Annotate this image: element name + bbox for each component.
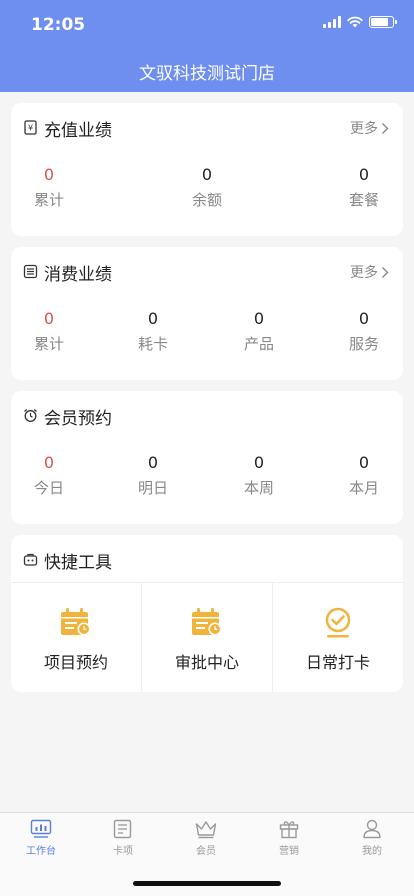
stat-value: 0 xyxy=(358,453,370,472)
consumption-more-link[interactable]: 更多 xyxy=(350,262,389,282)
tool-label: 日常打卡 xyxy=(305,653,370,672)
more-label: 更多 xyxy=(350,265,378,281)
tab-label: 我的 xyxy=(362,846,382,857)
checkin-badge-icon xyxy=(325,607,351,638)
dashboard-icon xyxy=(30,819,52,838)
recharge-stats: 0 累计 0 余额 0 套餐 xyxy=(11,161,403,221)
crown-icon xyxy=(195,821,217,839)
stat-label: 累计 xyxy=(33,335,64,353)
svg-text:¥: ¥ xyxy=(28,124,33,133)
status-time: 12:05 xyxy=(31,15,86,35)
consumption-stats: 0 累计 0 耗卡 0 产品 0 服务 xyxy=(11,305,403,365)
stat-value: 0 xyxy=(43,165,55,184)
recharge-card: ¥ 充值业绩 更多 0 累计 0 余额 0 套餐 xyxy=(11,103,403,236)
stat-appointments-month[interactable]: 0 本月 xyxy=(324,449,404,498)
stat-value: 0 xyxy=(253,309,265,328)
stat-recharge-total[interactable]: 0 累计 xyxy=(9,161,89,210)
consumption-card: 消费业绩 更多 0 累计 0 耗卡 0 产品 0 服务 xyxy=(11,247,403,380)
stat-value: 0 xyxy=(253,453,265,472)
wallet-icon: ¥ xyxy=(24,120,37,135)
appointments-stats: 0 今日 0 明日 0 本周 0 本月 xyxy=(11,449,403,509)
stat-consumption-service[interactable]: 0 服务 xyxy=(324,305,404,354)
tab-members[interactable]: 会员 xyxy=(176,819,236,857)
battery-icon xyxy=(369,16,397,28)
tab-label: 会员 xyxy=(196,846,216,857)
stat-consumption-card[interactable]: 0 耗卡 xyxy=(113,305,193,354)
appointments-title: 会员预约 xyxy=(44,409,112,429)
stat-value: 0 xyxy=(201,165,213,184)
status-bar: 12:05 xyxy=(0,0,414,48)
card-list-icon xyxy=(113,819,132,839)
tab-label: 卡项 xyxy=(113,846,133,857)
tools-grid: 项目预约 审批中心 日常打卡 xyxy=(11,582,403,692)
stat-label: 本周 xyxy=(243,479,274,497)
calendar-clock-icon xyxy=(192,608,222,636)
store-title: 文驭科技测试门店 xyxy=(139,64,275,84)
stat-consumption-product[interactable]: 0 产品 xyxy=(219,305,299,354)
consumption-card-header: 消费业绩 更多 xyxy=(11,247,403,297)
stat-label: 产品 xyxy=(243,335,274,353)
recharge-title: 充值业绩 xyxy=(44,121,112,141)
tab-workbench[interactable]: 工作台 xyxy=(11,819,71,857)
stat-label: 套餐 xyxy=(348,191,379,209)
tool-daily-checkin[interactable]: 日常打卡 xyxy=(273,583,403,692)
tab-marketing[interactable]: 营销 xyxy=(259,819,319,857)
stat-label: 余额 xyxy=(191,191,222,209)
tab-profile[interactable]: 我的 xyxy=(342,819,402,857)
stat-value: 0 xyxy=(147,309,159,328)
chevron-right-icon xyxy=(382,122,389,134)
tab-label: 工作台 xyxy=(26,846,56,857)
chevron-right-icon xyxy=(382,266,389,278)
stat-value: 0 xyxy=(43,453,55,472)
signal-icon xyxy=(323,16,341,28)
status-icons xyxy=(323,16,397,28)
calendar-clock-icon xyxy=(61,608,91,636)
consumption-title: 消费业绩 xyxy=(44,265,112,285)
tools-title: 快捷工具 xyxy=(44,553,112,573)
stat-recharge-balance[interactable]: 0 余额 xyxy=(167,161,247,210)
recharge-card-header: ¥ 充值业绩 更多 xyxy=(11,103,403,153)
more-label: 更多 xyxy=(350,121,378,137)
tool-approval-center[interactable]: 审批中心 xyxy=(142,583,273,692)
stat-recharge-package[interactable]: 0 套餐 xyxy=(324,161,404,210)
home-indicator[interactable] xyxy=(133,881,281,886)
stat-label: 服务 xyxy=(348,335,379,353)
stat-label: 累计 xyxy=(33,191,64,209)
stat-appointments-week[interactable]: 0 本周 xyxy=(219,449,299,498)
stat-label: 明日 xyxy=(137,479,168,497)
tool-label: 审批中心 xyxy=(174,653,239,672)
alarm-clock-icon xyxy=(24,409,37,422)
stat-consumption-total[interactable]: 0 累计 xyxy=(9,305,89,354)
recharge-more-link[interactable]: 更多 xyxy=(350,118,389,138)
appointments-card: 会员预约 0 今日 0 明日 0 本周 0 本月 xyxy=(11,391,403,524)
tool-label: 项目预约 xyxy=(43,653,108,672)
stat-appointments-today[interactable]: 0 今日 xyxy=(9,449,89,498)
toolbox-icon xyxy=(23,553,38,566)
stat-label: 耗卡 xyxy=(137,335,168,353)
stat-value: 0 xyxy=(358,309,370,328)
header: 12:05 文驭科技测试门店 xyxy=(0,0,414,92)
stat-value: 0 xyxy=(358,165,370,184)
stat-label: 本月 xyxy=(348,479,379,497)
tool-project-booking[interactable]: 项目预约 xyxy=(11,583,142,692)
list-icon xyxy=(23,264,38,279)
stat-label: 今日 xyxy=(33,479,64,497)
tools-card-header: 快捷工具 xyxy=(11,535,403,585)
stat-value: 0 xyxy=(43,309,55,328)
tab-label: 营销 xyxy=(279,846,299,857)
profile-icon xyxy=(363,819,381,839)
appointments-card-header: 会员预约 xyxy=(11,391,403,441)
stat-appointments-tomorrow[interactable]: 0 明日 xyxy=(113,449,193,498)
tools-card: 快捷工具 项目预约 审批中心 日常打卡 xyxy=(11,535,403,692)
tab-cards[interactable]: 卡项 xyxy=(93,819,153,857)
wifi-icon xyxy=(347,16,363,28)
gift-icon xyxy=(279,821,299,839)
stat-value: 0 xyxy=(147,453,159,472)
